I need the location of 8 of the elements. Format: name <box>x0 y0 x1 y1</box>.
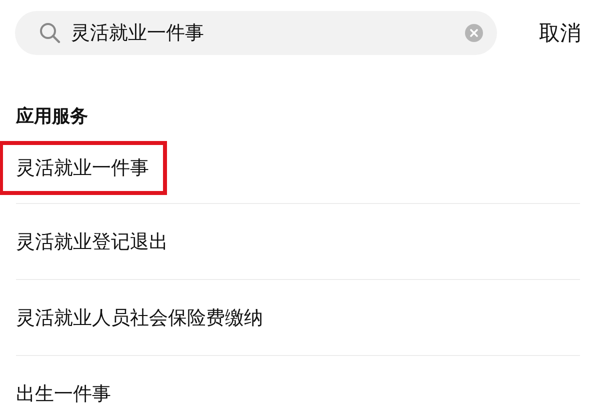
result-item[interactable]: 出生一件事 <box>16 382 111 406</box>
section-title: 应用服务 <box>14 105 89 129</box>
search-field[interactable]: 灵活就业一件事 <box>15 11 497 55</box>
search-icon <box>39 22 61 44</box>
result-item[interactable]: 灵活就业人员社会保险费缴纳 <box>16 306 263 330</box>
clear-icon[interactable] <box>465 24 483 42</box>
result-item[interactable]: 灵活就业登记退出 <box>16 230 168 254</box>
cancel-link[interactable]: 取消 <box>539 19 581 47</box>
